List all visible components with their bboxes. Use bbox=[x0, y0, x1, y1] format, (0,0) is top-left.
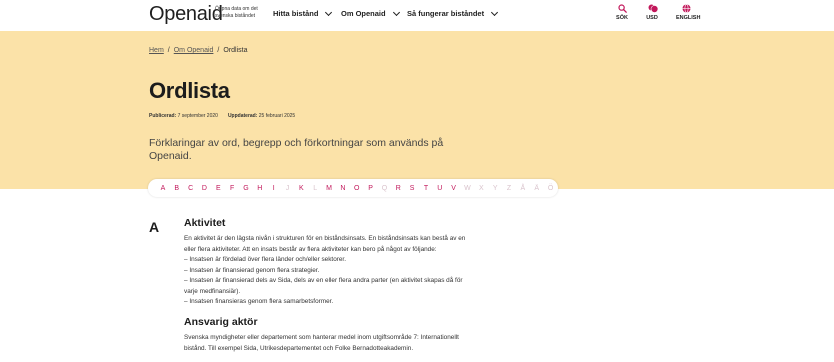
alphabet-letter-j: J bbox=[285, 184, 290, 192]
nav-om-openaid[interactable]: Om Openaid bbox=[341, 8, 400, 18]
alphabet-letter-b[interactable]: B bbox=[170, 185, 184, 192]
term-title: Ansvarig aktör bbox=[184, 316, 258, 328]
alphabet-letter-p[interactable]: P bbox=[364, 185, 378, 192]
alphabet-letter-e[interactable]: E bbox=[211, 185, 225, 192]
alphabet-letter-a[interactable]: A bbox=[156, 185, 170, 192]
alphabet-letter-l: L bbox=[313, 184, 318, 192]
currency-icon bbox=[648, 4, 658, 13]
breadcrumb-current: Ordlista bbox=[223, 47, 248, 54]
alphabet-nav: ABCDEFGHIJKLMNOPQRSTUVWXYZÅÄÖ bbox=[148, 179, 558, 197]
page-hero: Hem / Om Openaid / Ordlista Ordlista Pub… bbox=[0, 31, 834, 189]
nav-sa-fungerar-bistandet[interactable]: Så fungerar biståndet bbox=[407, 8, 499, 18]
term-line: eller flera aktiviteter. Att en insats b… bbox=[184, 245, 437, 253]
alphabet-letter-c[interactable]: C bbox=[184, 185, 198, 192]
alphabet-letter-å: Å bbox=[520, 184, 526, 192]
alphabet-letter-g[interactable]: G bbox=[239, 185, 253, 192]
term-line: varje medfinansiär). bbox=[184, 287, 241, 295]
term-line: bistånd. Till exempel Sida, Utrikesdepar… bbox=[184, 344, 414, 352]
glossary-term: Ansvarig aktör Svenska myndigheter eller… bbox=[184, 316, 484, 354]
site-tagline: Öppna data om det svenska biståndet bbox=[215, 6, 258, 19]
page-title: Ordlista bbox=[149, 78, 230, 103]
page-meta: Publicerad: 7 september 2020 Uppdaterad:… bbox=[149, 113, 295, 119]
term-title: Aktivitet bbox=[184, 217, 226, 229]
alphabet-letter-v[interactable]: V bbox=[447, 185, 461, 192]
chevron-down-icon bbox=[491, 8, 499, 16]
term-line: – Insatsen är finansierad genom flera st… bbox=[184, 266, 320, 274]
glossary-term: Aktivitet En aktivitet är den lägsta niv… bbox=[184, 217, 484, 308]
chevron-down-icon bbox=[392, 8, 400, 16]
alphabet-letter-t[interactable]: T bbox=[419, 185, 433, 192]
term-description: Svenska myndigheter eller departement so… bbox=[184, 333, 484, 354]
alphabet-letter-f[interactable]: F bbox=[225, 185, 239, 192]
alphabet-letter-r[interactable]: R bbox=[391, 185, 405, 192]
breadcrumb-link-om-openaid[interactable]: Om Openaid bbox=[174, 47, 214, 54]
currency-label: USD bbox=[646, 15, 658, 21]
alphabet-letter-d[interactable]: D bbox=[198, 185, 212, 192]
term-line: – Insatsen är finansierad dels av Sida, … bbox=[184, 277, 463, 284]
alphabet-letter-q: Q bbox=[381, 184, 388, 192]
published-info: Publicerad: 7 september 2020 bbox=[149, 113, 218, 119]
term-line: – Insatsen finansieras genom flera samar… bbox=[184, 298, 334, 305]
page-lead: Förklaringar av ord, begrepp och förkort… bbox=[149, 137, 444, 162]
alphabet-letter-z: Z bbox=[506, 184, 512, 192]
alphabet-letter-ö: Ö bbox=[547, 184, 554, 192]
alphabet-letter-k[interactable]: K bbox=[294, 185, 308, 192]
nav-hitta-bistand[interactable]: Hitta bistånd bbox=[273, 8, 333, 18]
term-line: Svenska myndigheter eller departement so… bbox=[184, 334, 459, 341]
nav-label: Om Openaid bbox=[341, 9, 386, 18]
updated-date: 25 februari 2025 bbox=[258, 113, 296, 119]
chevron-down-icon bbox=[325, 8, 333, 16]
search-label: SÖK bbox=[616, 15, 628, 21]
alphabet-letter-m[interactable]: M bbox=[322, 185, 336, 192]
breadcrumb: Hem / Om Openaid / Ordlista bbox=[149, 47, 248, 54]
breadcrumb-link-hem[interactable]: Hem bbox=[149, 47, 164, 54]
alphabet-letter-h[interactable]: H bbox=[253, 185, 267, 192]
alphabet-letter-ä: Ä bbox=[534, 184, 540, 192]
term-line: – Insatsen är fördelad över flera länder… bbox=[184, 256, 346, 263]
updated-label: Uppdaterad: bbox=[227, 113, 258, 119]
site-logo[interactable]: Openaid bbox=[149, 3, 223, 26]
language-button[interactable]: ENGLISH bbox=[676, 4, 700, 21]
section-letter: A bbox=[149, 219, 160, 235]
search-icon bbox=[617, 4, 627, 13]
globe-icon bbox=[682, 4, 691, 13]
published-label: Publicerad: bbox=[149, 113, 177, 119]
search-button[interactable]: SÖK bbox=[616, 4, 628, 21]
nav-label: Hitta bistånd bbox=[273, 9, 319, 18]
alphabet-letter-s[interactable]: S bbox=[405, 185, 419, 192]
alphabet-letter-u[interactable]: U bbox=[433, 185, 447, 192]
language-label: ENGLISH bbox=[676, 15, 701, 21]
alphabet-letter-y: Y bbox=[492, 184, 498, 192]
alphabet-letter-x: X bbox=[478, 184, 484, 192]
site-header: Openaid Öppna data om det svenska bistån… bbox=[0, 0, 834, 31]
nav-label: Så fungerar biståndet bbox=[407, 9, 485, 18]
alphabet-letter-w: W bbox=[464, 184, 471, 192]
term-line: En aktivitet är den lägsta nivån i struk… bbox=[184, 235, 466, 242]
updated-info: Uppdaterad: 25 februari 2025 bbox=[228, 113, 295, 119]
published-date: 7 september 2020 bbox=[177, 113, 218, 119]
term-description: En aktivitet är den lägsta nivån i struk… bbox=[184, 234, 484, 308]
breadcrumb-separator: / bbox=[217, 47, 220, 54]
alphabet-letter-o[interactable]: O bbox=[350, 185, 364, 192]
alphabet-letter-i[interactable]: I bbox=[267, 185, 281, 192]
alphabet-letter-n[interactable]: N bbox=[336, 185, 350, 192]
breadcrumb-separator: / bbox=[167, 47, 170, 54]
currency-button[interactable]: USD bbox=[645, 4, 659, 21]
